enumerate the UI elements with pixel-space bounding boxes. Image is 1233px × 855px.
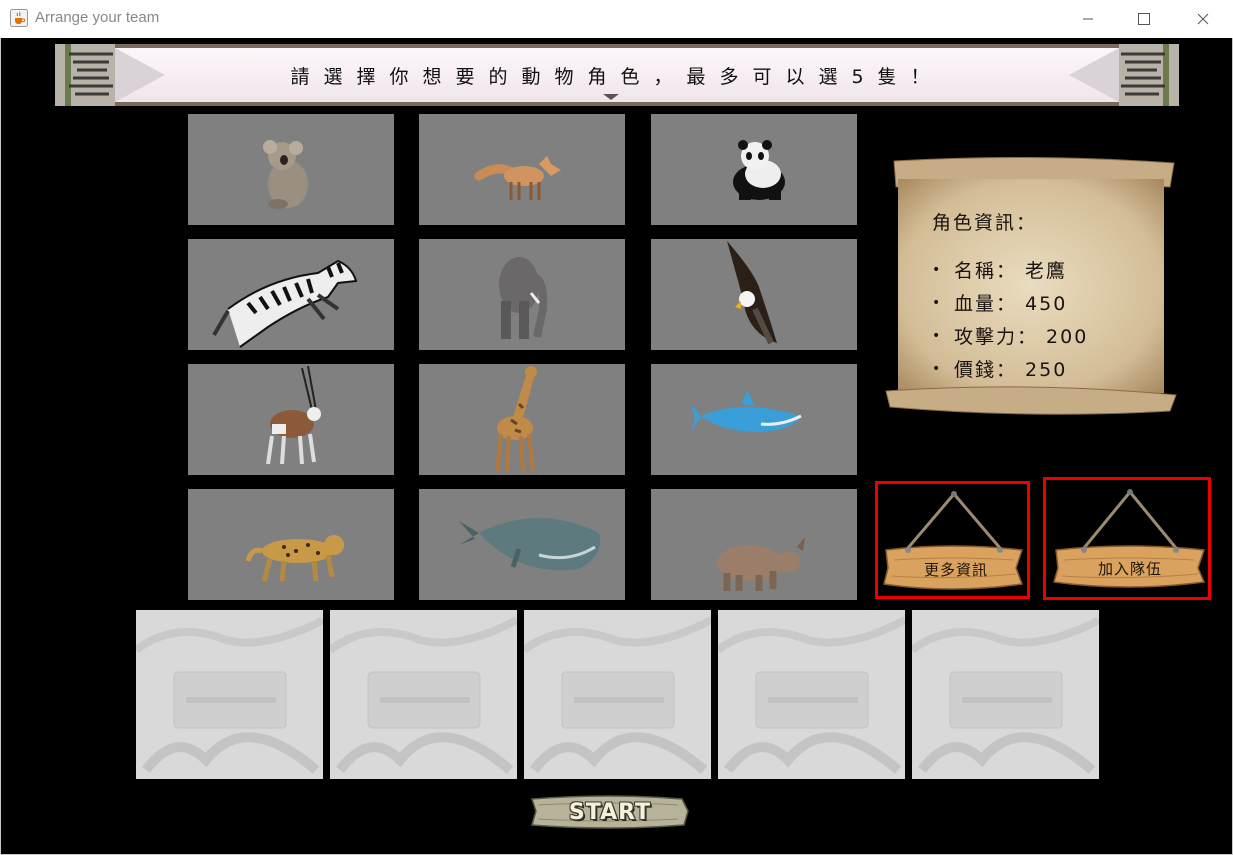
close-icon bbox=[1197, 13, 1209, 25]
start-button[interactable]: START bbox=[530, 795, 690, 829]
more-info-label: 更多資訊 bbox=[924, 561, 989, 579]
info-price: 價錢： 250 bbox=[954, 359, 1068, 381]
bullet: • bbox=[932, 294, 943, 311]
animal-tile-oryx[interactable] bbox=[188, 364, 394, 475]
join-team-button[interactable]: 加入隊伍 bbox=[1043, 477, 1211, 600]
minimize-icon bbox=[1083, 18, 1093, 20]
elephant-icon bbox=[499, 257, 548, 339]
window-title: Arrange your team bbox=[35, 9, 160, 26]
animal-tile-rhino[interactable] bbox=[651, 489, 857, 600]
info-list: • 名稱： 老鷹 • 血量： 450 • 攻擊力： 200 • 價錢： 250 bbox=[932, 253, 1152, 385]
empty-slot-icon bbox=[136, 616, 323, 774]
team-slot-5[interactable] bbox=[912, 610, 1099, 779]
empty-slot-icon bbox=[718, 616, 905, 774]
animal-tile-elephant[interactable] bbox=[419, 239, 625, 350]
panda-icon bbox=[733, 140, 785, 200]
animal-tile-panda[interactable] bbox=[651, 114, 857, 225]
shark-icon bbox=[691, 390, 802, 432]
leopard-icon bbox=[245, 535, 344, 582]
rhino-icon bbox=[717, 537, 805, 591]
empty-slot-icon bbox=[524, 616, 711, 774]
info-hp: 血量： 450 bbox=[954, 293, 1068, 315]
window-titlebar: Arrange your team bbox=[0, 0, 1233, 39]
more-info-button[interactable]: 更多資訊 bbox=[875, 481, 1030, 599]
info-name: 名稱： 老鷹 bbox=[954, 260, 1068, 282]
oryx-icon bbox=[266, 365, 321, 465]
animal-tile-eagle[interactable] bbox=[651, 239, 857, 350]
empty-slot-icon bbox=[912, 616, 1099, 774]
animal-tile-whale[interactable] bbox=[419, 489, 625, 600]
info-attack: 攻擊力： 200 bbox=[954, 326, 1089, 348]
team-slot-3[interactable] bbox=[524, 610, 711, 779]
koala-icon bbox=[263, 140, 308, 209]
fox-icon bbox=[474, 156, 561, 200]
animal-tile-leopard[interactable] bbox=[188, 489, 394, 600]
bullet: • bbox=[932, 360, 943, 377]
banner-text: 請選擇你想要的動物角色，最多可以選5隻！ bbox=[290, 65, 944, 88]
empty-slot-icon bbox=[330, 616, 517, 774]
info-row-name: • 名稱： 老鷹 bbox=[932, 253, 1152, 286]
instruction-banner: 請選擇你想要的動物角色，最多可以選5隻！ bbox=[55, 44, 1179, 106]
info-title: 角色資訊： bbox=[932, 212, 1038, 234]
join-team-label: 加入隊伍 bbox=[1098, 560, 1163, 578]
bullet: • bbox=[932, 261, 943, 278]
info-row-hp: • 血量： 450 bbox=[932, 286, 1152, 319]
team-slot-1[interactable] bbox=[136, 610, 323, 779]
character-info: 角色資訊： • 名稱： 老鷹 • 血量： 450 • 攻擊力： 200 • 價錢… bbox=[932, 208, 1152, 385]
start-label: START bbox=[568, 799, 652, 825]
whale-icon bbox=[459, 518, 601, 571]
giraffe-icon bbox=[495, 366, 537, 473]
java-cup-icon bbox=[10, 9, 28, 27]
bullet: • bbox=[932, 327, 943, 344]
info-row-attack: • 攻擊力： 200 bbox=[932, 319, 1152, 352]
team-slot-2[interactable] bbox=[330, 610, 517, 779]
team-slot-4[interactable] bbox=[718, 610, 905, 779]
animal-tile-zebra[interactable] bbox=[188, 239, 394, 350]
animal-tile-fox[interactable] bbox=[419, 114, 625, 225]
animal-tile-shark[interactable] bbox=[651, 364, 857, 475]
close-button[interactable] bbox=[1174, 0, 1232, 38]
maximize-icon bbox=[1138, 13, 1150, 25]
animal-tile-koala[interactable] bbox=[188, 114, 394, 225]
eagle-icon bbox=[727, 241, 777, 345]
hanging-sign-icon bbox=[1053, 489, 1206, 588]
animal-tile-giraffe[interactable] bbox=[419, 364, 625, 475]
info-row-price: • 價錢： 250 bbox=[932, 352, 1152, 385]
zebra-icon bbox=[212, 259, 358, 348]
maximize-button[interactable] bbox=[1115, 0, 1173, 38]
minimize-button[interactable] bbox=[1059, 0, 1117, 38]
